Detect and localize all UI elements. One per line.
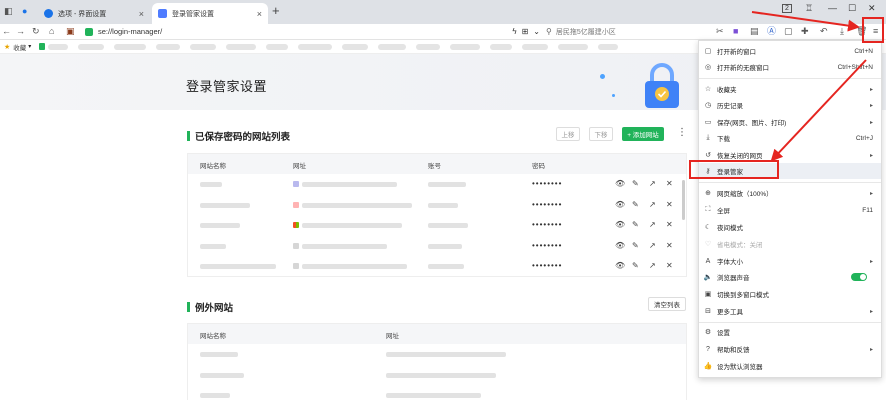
arrow-to-menu-button xyxy=(751,11,860,32)
arrow-to-login-manager xyxy=(770,59,867,162)
annotation-arrows xyxy=(751,11,867,162)
